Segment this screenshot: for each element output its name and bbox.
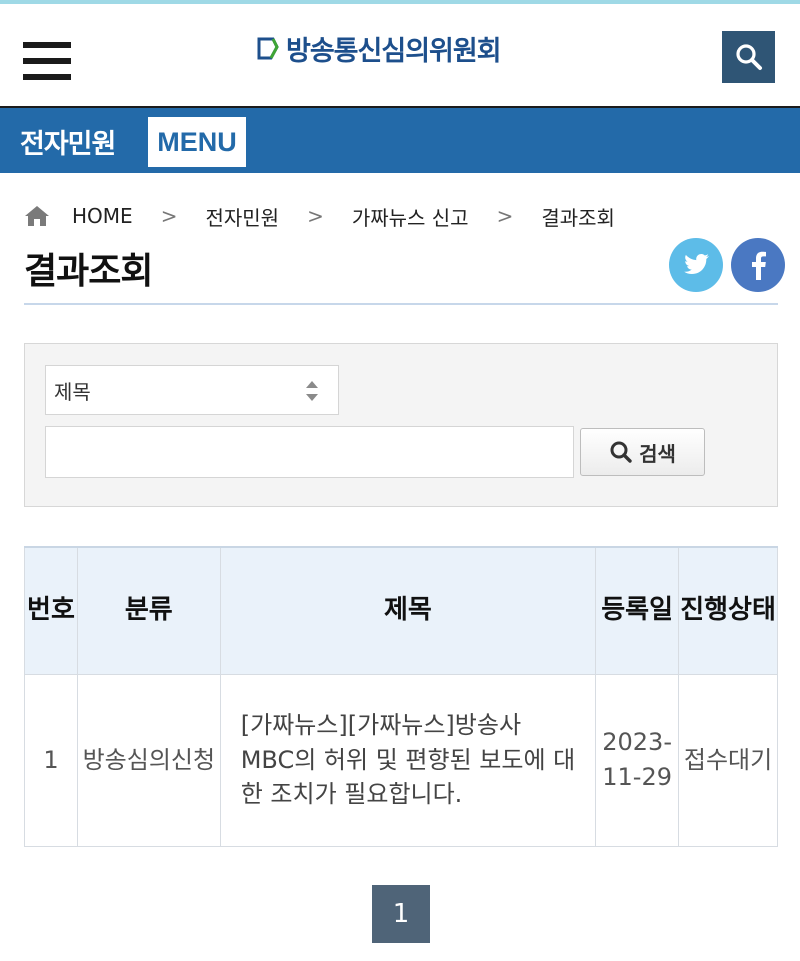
title-divider (24, 303, 778, 305)
breadcrumb: HOME > 전자민원 > 가짜뉴스 신고 > 결과조회 (24, 200, 615, 232)
logo-mark-icon (257, 37, 279, 60)
header-search-button[interactable] (722, 31, 775, 83)
site-logo[interactable]: 방송통신심의위원회 (254, 28, 502, 68)
search-submit-label: 검색 (639, 441, 676, 466)
breadcrumb-e-complaint[interactable]: 전자민원 (205, 202, 279, 231)
hamburger-menu-icon[interactable] (23, 42, 71, 82)
search-field-select[interactable]: 제목 (45, 365, 339, 415)
section-title: 전자민원 (20, 129, 116, 160)
breadcrumb-fake-news-report[interactable]: 가짜뉴스 신고 (352, 202, 469, 231)
select-arrows-icon (306, 381, 318, 401)
page-title: 결과조회 (24, 251, 153, 292)
site-header: 방송통신심의위원회 (0, 4, 800, 106)
facebook-share-button[interactable] (731, 238, 785, 292)
search-panel: 제목 검색 (24, 343, 778, 507)
header-no: 번호 (24, 546, 78, 675)
twitter-share-button[interactable] (669, 238, 723, 292)
menu-button[interactable]: MENU (148, 117, 246, 167)
header-category: 분류 (76, 546, 221, 675)
cell-no: 1 (24, 673, 78, 847)
facebook-icon (752, 251, 766, 280)
cell-category: 방송심의신청 (76, 673, 221, 847)
search-icon (735, 44, 762, 70)
search-input[interactable] (45, 426, 574, 478)
pagination-page-1[interactable]: 1 (372, 885, 430, 943)
breadcrumb-home[interactable]: HOME (72, 204, 133, 228)
breadcrumb-separator: > (160, 204, 178, 228)
logo-text: 방송통신심의위원회 (286, 35, 502, 67)
header-date: 등록일 (595, 546, 680, 675)
table-row[interactable]: 1 방송심의신청 [가짜뉴스][가짜뉴스]방송사 MBC의 허위 및 편향된 보… (24, 673, 778, 847)
search-field-select-value: 제목 (54, 379, 91, 404)
home-icon[interactable] (24, 205, 50, 227)
table-header-row: 번호 분류 제목 등록일 진행상태 (24, 546, 778, 675)
header-status: 진행상태 (678, 546, 778, 675)
section-nav-bar: 전자민원 MENU (0, 106, 800, 173)
breadcrumb-current[interactable]: 결과조회 (541, 202, 615, 231)
search-icon (610, 441, 632, 463)
cell-date: 2023-11-29 (595, 673, 680, 847)
search-submit-button[interactable]: 검색 (580, 428, 705, 476)
twitter-icon (684, 254, 709, 274)
results-table: 번호 분류 제목 등록일 진행상태 1 방송심의신청 [가짜뉴스][가짜뉴스]방… (24, 546, 778, 847)
breadcrumb-separator: > (307, 204, 324, 228)
breadcrumb-separator: > (496, 204, 514, 228)
header-title: 제목 (219, 546, 597, 675)
cell-title-link[interactable]: [가짜뉴스][가짜뉴스]방송사 MBC의 허위 및 편향된 보도에 대한 조치가… (219, 673, 597, 847)
cell-status: 접수대기 (678, 673, 778, 847)
